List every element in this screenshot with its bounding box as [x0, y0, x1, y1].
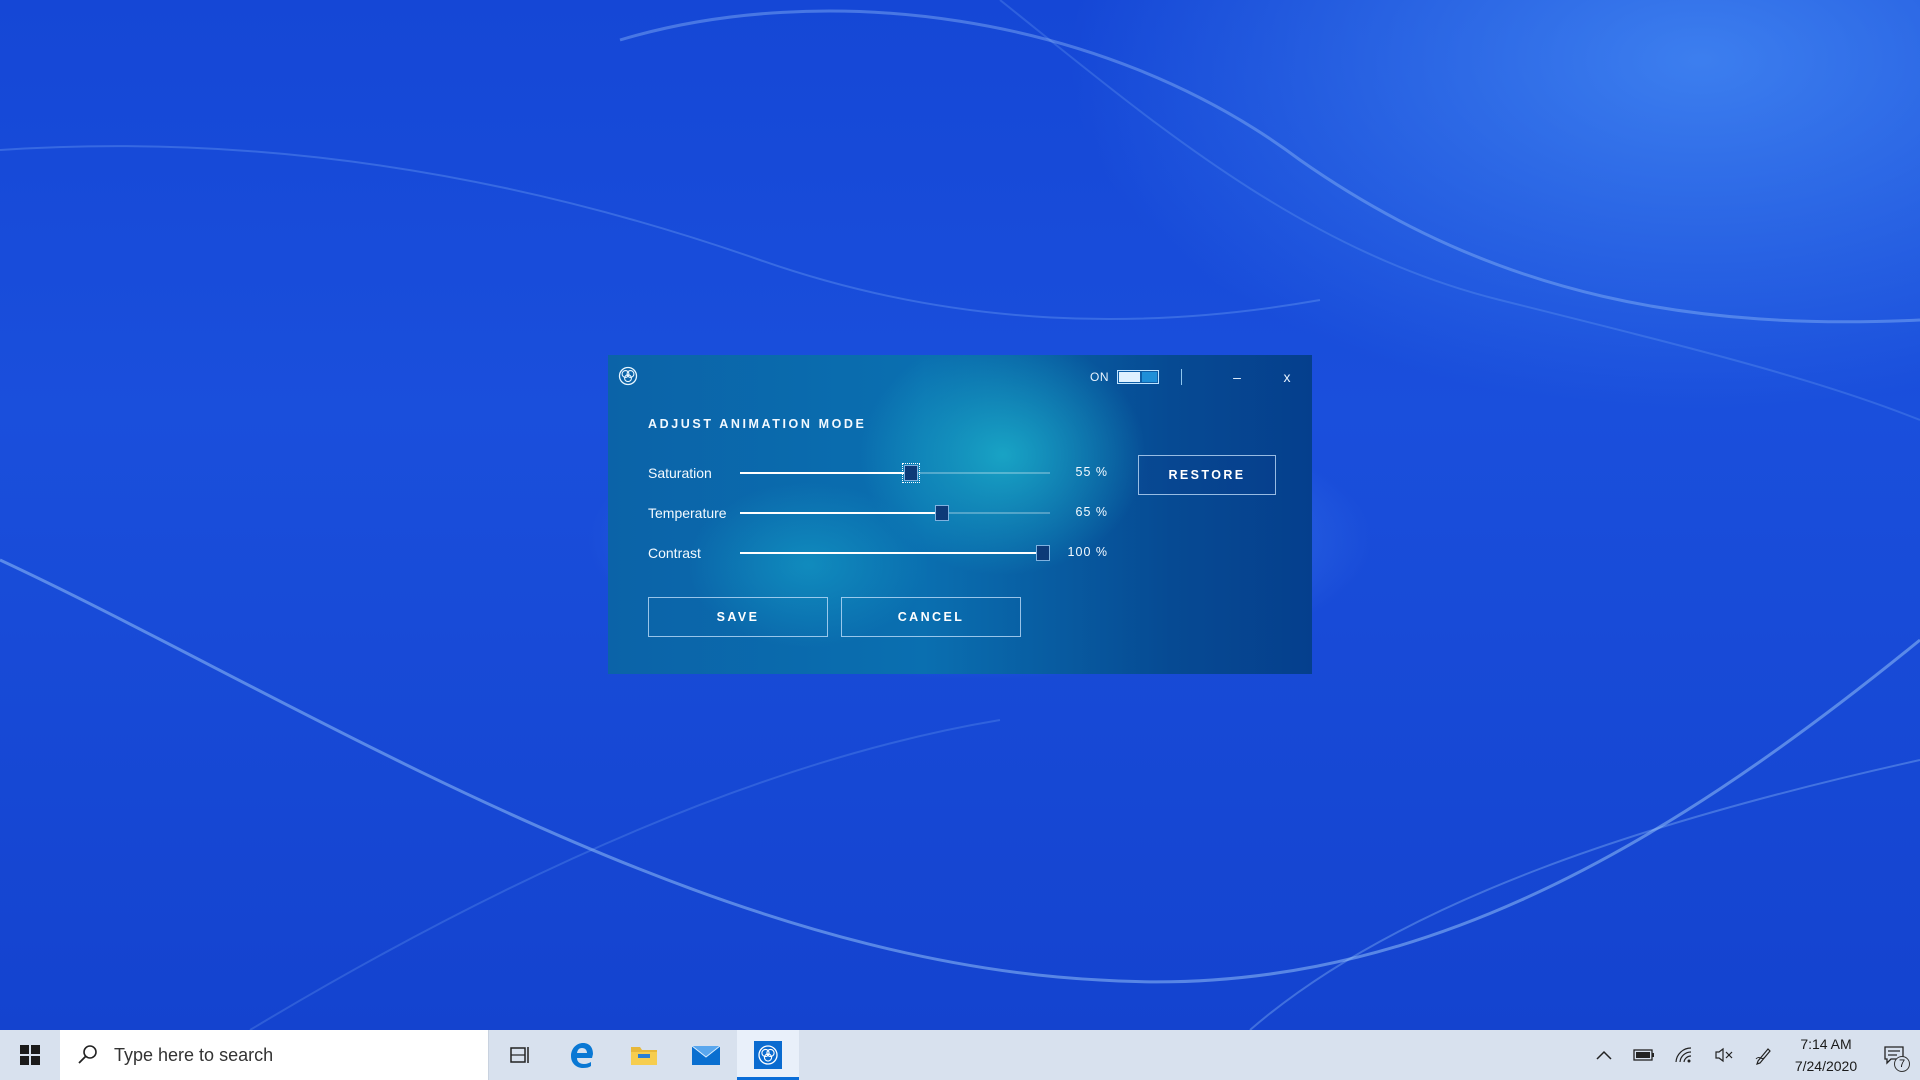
power-toggle[interactable]	[1117, 370, 1159, 384]
battery-button[interactable]	[1624, 1030, 1664, 1080]
saturation-label: Saturation	[648, 465, 712, 481]
page-title: ADJUST ANIMATION MODE	[648, 417, 867, 431]
contrast-label: Contrast	[648, 545, 701, 561]
cancel-button[interactable]: CANCEL	[841, 597, 1021, 637]
saturation-value: 55 %	[1075, 465, 1108, 479]
pen-workspace-button[interactable]	[1744, 1030, 1784, 1080]
taskbar: 7:14 AM 7/24/2020 7	[0, 1030, 1920, 1080]
temperature-slider-row: Temperature 65 %	[648, 501, 1108, 525]
title-separator	[1181, 369, 1182, 385]
network-button[interactable]	[1664, 1030, 1704, 1080]
file-explorer-button[interactable]	[613, 1030, 675, 1080]
clock-time: 7:14 AM	[1800, 1036, 1852, 1052]
taskbar-clock[interactable]: 7:14 AM 7/24/2020	[1784, 1030, 1868, 1080]
mail-icon	[691, 1045, 721, 1065]
action-center-button[interactable]: 7	[1868, 1030, 1920, 1080]
task-view-button[interactable]	[489, 1030, 551, 1080]
power-state-label: ON	[1090, 370, 1109, 384]
save-button[interactable]: SAVE	[648, 597, 828, 637]
minimize-button[interactable]: –	[1212, 355, 1262, 399]
app-logo-icon	[618, 366, 638, 386]
taskbar-search-box[interactable]	[60, 1030, 489, 1080]
clock-date: 7/24/2020	[1794, 1058, 1858, 1074]
task-view-icon	[510, 1047, 529, 1063]
contrast-value: 100 %	[1067, 545, 1108, 559]
animation-mode-window: ON – x ADJUST ANIMATION MODE Saturation …	[608, 355, 1312, 674]
temperature-slider-fill	[740, 512, 942, 514]
chevron-up-icon	[1596, 1050, 1612, 1060]
animation-app-button[interactable]	[737, 1030, 799, 1080]
temperature-value: 65 %	[1075, 505, 1108, 519]
file-explorer-icon	[631, 1047, 657, 1065]
temperature-slider-handle[interactable]	[934, 505, 949, 521]
volume-muted-icon	[1715, 1047, 1733, 1063]
start-button[interactable]	[0, 1030, 60, 1080]
contrast-slider-track[interactable]	[740, 545, 1050, 561]
close-icon: x	[1283, 369, 1291, 385]
saturation-slider-fill	[740, 472, 911, 474]
contrast-slider-fill	[740, 552, 1050, 554]
search-input[interactable]	[112, 1043, 456, 1067]
saturation-slider-track[interactable]	[740, 463, 1050, 483]
show-hidden-icons-button[interactable]	[1584, 1030, 1624, 1080]
system-tray: 7:14 AM 7/24/2020 7	[1584, 1030, 1920, 1080]
battery-icon	[1633, 1049, 1654, 1061]
contrast-slider-row: Contrast 100 %	[648, 541, 1108, 565]
pen-icon	[1755, 1048, 1771, 1065]
temperature-label: Temperature	[648, 505, 727, 521]
saturation-slider-row: Saturation 55 %	[648, 461, 1108, 485]
volume-button[interactable]	[1704, 1030, 1744, 1080]
windows-logo-icon	[20, 1045, 40, 1065]
edge-browser-button[interactable]	[551, 1030, 613, 1080]
temperature-slider-track[interactable]	[740, 505, 1050, 521]
mail-button[interactable]	[675, 1030, 737, 1080]
close-button[interactable]: x	[1262, 355, 1312, 399]
minimize-icon: –	[1233, 369, 1241, 385]
edge-browser-icon	[571, 1043, 593, 1068]
search-icon	[78, 1045, 97, 1064]
wifi-icon	[1675, 1047, 1692, 1063]
contrast-slider-handle[interactable]	[1036, 545, 1050, 561]
restore-button[interactable]: RESTORE	[1138, 455, 1276, 495]
notification-count-badge: 7	[1894, 1056, 1910, 1072]
saturation-slider-handle[interactable]	[901, 463, 920, 483]
animation-app-icon	[754, 1041, 782, 1069]
title-bar-controls: ON – x	[1090, 355, 1312, 399]
